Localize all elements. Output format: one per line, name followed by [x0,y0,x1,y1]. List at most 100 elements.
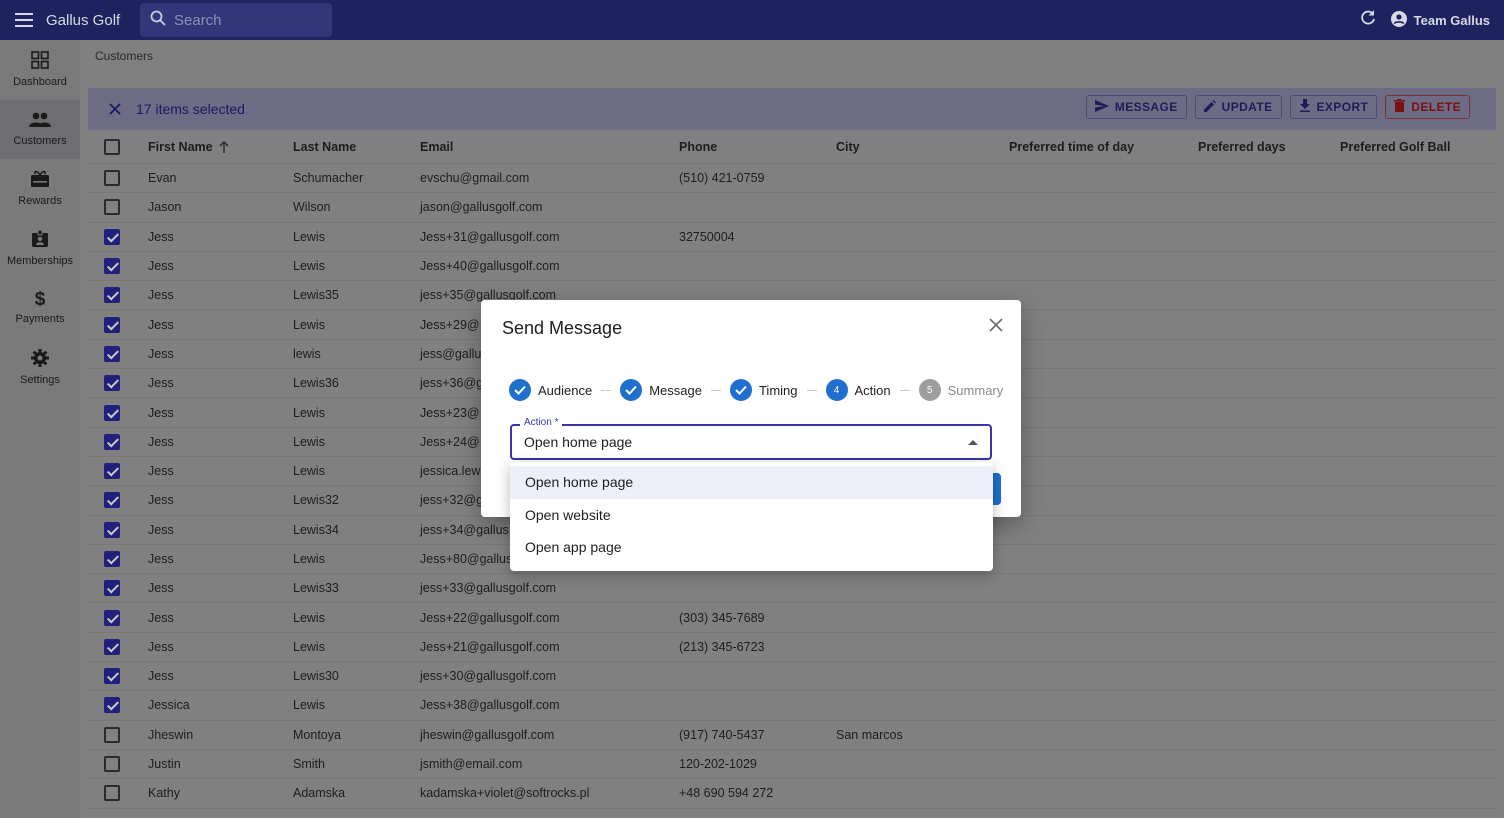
cell-phone: 32750004 [679,229,735,244]
column-header-preferred-days[interactable]: Preferred days [1198,130,1286,163]
export-button[interactable]: EXPORT [1289,95,1378,119]
table-row[interactable]: Jess Lewis Jess+31@gallusgolf.com 32750004 [88,223,1496,252]
cell-phone: 120-202-1029 [679,757,757,772]
arrow-up-icon [219,140,229,153]
sidebar-item-settings[interactable]: Settings [0,338,80,398]
clear-selection-icon[interactable] [97,88,133,130]
cell-email: Jess+24@ [420,434,480,449]
cell-last: Lewis36 [293,376,339,391]
row-checkbox[interactable] [104,199,120,216]
close-icon[interactable] [985,314,1007,336]
sidebar-item-label: Rewards [18,195,62,208]
step-action[interactable]: 4 Action [825,379,891,401]
search-input[interactable] [174,11,324,29]
row-checkbox[interactable] [104,521,120,538]
action-select-value: Open home page [524,434,633,450]
table-row[interactable]: Jess Lewis Jess+22@gallusgolf.com (303) 345… [88,603,1496,633]
option-open-website[interactable]: Open website [510,499,993,532]
step-audience[interactable]: Audience [509,379,592,401]
column-header-phone[interactable]: Phone [679,130,717,163]
row-checkbox[interactable] [104,697,120,714]
select-all-checkbox[interactable] [104,138,120,155]
row-checkbox[interactable] [104,404,120,421]
dashboard-icon [31,51,49,72]
row-checkbox[interactable] [104,316,120,333]
row-checkbox[interactable] [104,463,120,480]
table-row[interactable]: Jess Lewis Jess+21@gallusgolf.com (213) 345… [88,633,1496,663]
column-header-first-name[interactable]: First Name [148,130,229,163]
cell-last: Lewis [293,434,325,449]
search-box[interactable] [140,3,332,37]
row-checkbox[interactable] [104,170,120,187]
sidebar-item-label: Memberships [6,254,74,267]
option-open-home-page[interactable]: Open home page [510,466,993,499]
column-header-preferred-golf-ball[interactable]: Preferred Golf Ball [1340,130,1450,163]
delete-button[interactable]: DELETE [1385,95,1470,119]
sidebar-item-customers[interactable]: Customers [0,99,80,159]
cell-email: jess@gallu [420,346,482,361]
sidebar-item-label: Payments [15,312,65,325]
app-bar: Gallus Golf Team Gallus [0,0,1504,40]
cell-first: Evan [148,171,177,186]
table-row[interactable]: Jessica Lewis Jess+38@gallusgolf.com [88,691,1496,721]
row-checkbox[interactable] [104,609,120,626]
cell-first: Jess [148,317,174,332]
cell-first: Jess [148,552,174,566]
step-message[interactable]: Message [620,379,702,401]
user-menu[interactable]: Team Gallus [1390,10,1490,30]
message-button[interactable]: MESSAGE [1085,95,1187,119]
table-row[interactable]: Jess Lewis33 jess+33@gallusgolf.com [88,574,1496,604]
row-checkbox[interactable] [104,375,120,392]
row-checkbox[interactable] [104,756,120,773]
update-button[interactable]: UPDATE [1194,95,1282,119]
row-checkbox[interactable] [104,785,120,802]
table-row[interactable]: Jess Lewis Jess+40@gallusgolf.com [88,252,1496,282]
table-row[interactable]: Kathy Adamska kadamska+violet@softrocks.pl… [88,779,1496,809]
sidebar-item-rewards[interactable]: Rewards [0,159,80,219]
sidebar-item-payments[interactable]: $ Payments [0,278,80,338]
cell-first: Jessica [148,698,190,713]
trash-icon [1394,99,1406,115]
step-summary[interactable]: 5 Summary [918,379,1003,401]
menu-icon[interactable] [0,0,48,40]
column-header-email[interactable]: Email [420,130,453,163]
table-row[interactable]: Evan Schumacher evschu@gmail.com (510) 421-… [88,164,1496,194]
row-checkbox[interactable] [104,551,120,567]
step-timing[interactable]: Timing [729,379,798,401]
cell-last: Lewis [293,698,325,713]
account-circle-icon [1390,10,1407,30]
cell-last: Lewis [293,229,325,244]
cell-last: Lewis32 [293,493,339,508]
row-checkbox[interactable] [104,433,120,450]
row-checkbox[interactable] [104,287,120,304]
cell-first: Jess [148,610,174,625]
row-checkbox[interactable] [104,228,120,245]
table-row[interactable]: Jess Lewis30 jess+30@gallusgolf.com [88,662,1496,692]
column-header-city[interactable]: City [836,130,860,163]
row-checkbox[interactable] [104,638,120,655]
table-row[interactable]: Jason Wilson jason@gallusgolf.com [88,193,1496,223]
option-open-app-page[interactable]: Open app page [510,531,993,564]
cell-email: Jess+38@gallusgolf.com [420,698,560,713]
download-icon [1299,99,1311,115]
row-checkbox[interactable] [104,492,120,509]
row-checkbox[interactable] [104,345,120,362]
table-row[interactable]: Justin Smith jsmith@email.com 120-202-1029 [88,750,1496,780]
row-checkbox[interactable] [104,580,120,597]
cell-phone: +48 690 594 272 [679,786,774,801]
sidebar-item-memberships[interactable]: Memberships [0,219,80,279]
action-select[interactable]: Action * Open home page [510,417,992,460]
row-checkbox[interactable] [104,258,120,275]
cell-last: Wilson [293,200,331,215]
column-header-last-name[interactable]: Last Name [293,130,356,163]
cell-last: Lewis [293,405,325,420]
sidebar-item-dashboard[interactable]: Dashboard [0,40,80,100]
refresh-icon[interactable] [1359,9,1377,32]
cell-first: Jess [148,259,174,274]
row-checkbox[interactable] [104,726,120,743]
cell-first: Jess [148,346,174,361]
table-row[interactable]: Jheswin Montoya jheswin@gallusgolf.com (917… [88,721,1496,750]
column-header-preferred-time[interactable]: Preferred time of day [1009,130,1134,163]
row-checkbox[interactable] [104,668,120,685]
cell-first: Jheswin [148,727,194,742]
